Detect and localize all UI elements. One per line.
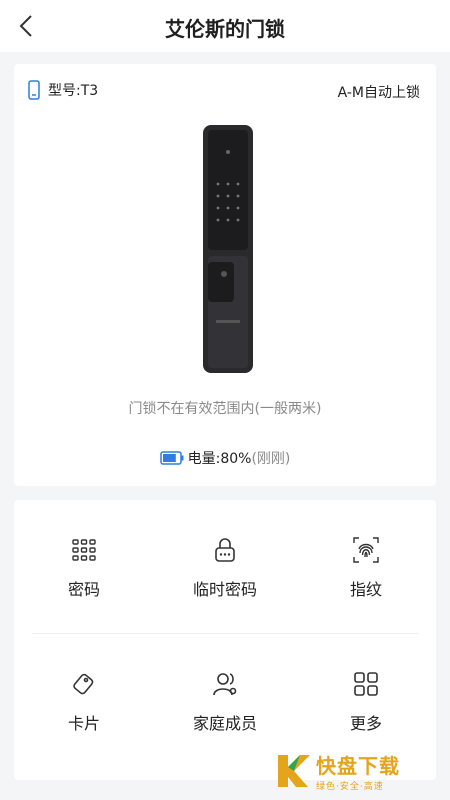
battery-label: 电量:80% [187,451,252,467]
temp-password-icon [215,538,235,562]
lock-info-card: 型号:T3 A-M自动上锁 门锁不在有效范围内(一般两米) 电量:80% (刚刚… [14,64,436,486]
family-members-icon [213,673,237,696]
feature-label: 卡片 [67,714,100,733]
feature-label: 家庭成员 [192,714,257,733]
watermark-main: 快盘下载 [316,754,400,778]
keypad-icon [72,539,96,561]
auto-lock-mode[interactable]: A-M自动上锁 [338,82,420,102]
watermark-k-icon [278,755,310,787]
model-row: 型号:T3 [28,80,98,100]
feature-family-members[interactable]: 家庭成员 [155,634,295,734]
feature-grid: 密码 临时密码 指纹 卡片 家庭成员 更多 [14,500,436,780]
feature-label: 密码 [67,580,100,599]
app-header: 艾伦斯的门锁 [0,0,450,52]
model-label: 型号:T3 [48,83,99,99]
feature-more[interactable]: 更多 [296,634,436,734]
feature-temp-password[interactable]: 临时密码 [155,500,295,600]
battery-updated-time: (刚刚) [251,451,291,467]
card-icon [73,673,94,695]
feature-card[interactable]: 卡片 [14,634,154,734]
feature-fingerprint[interactable]: 指纹 [296,500,436,600]
feature-label: 更多 [349,714,382,733]
door-lock-image [203,125,253,373]
phone-device-icon [28,80,40,100]
feature-password[interactable]: 密码 [14,500,154,600]
more-grid-icon [354,672,378,696]
watermark-sub: 绿色·安全·高速 [316,782,384,792]
battery-icon [159,451,184,465]
feature-label: 指纹 [349,580,382,599]
fingerprint-icon [353,537,379,563]
range-status: 门锁不在有效范围内(一般两米) [128,401,322,417]
battery-row: 电量:80% (刚刚) [14,448,436,468]
page-title: 艾伦斯的门锁 [165,17,285,41]
watermark-logo: 快盘下载 绿色·安全·高速 [272,746,442,796]
feature-label: 临时密码 [192,580,257,599]
